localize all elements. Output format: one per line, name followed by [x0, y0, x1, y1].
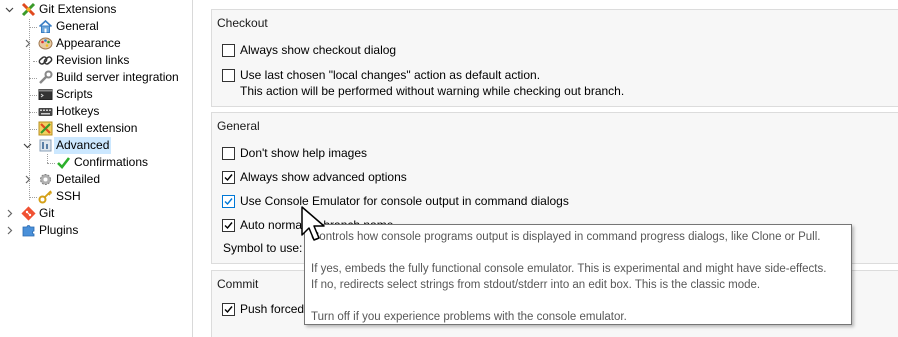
- tooltip-text: If yes, embeds the fully functional cons…: [311, 263, 827, 275]
- tree-item-git-extensions[interactable]: Git Extensions: [20, 1, 116, 18]
- tree-item-detailed[interactable]: Detailed: [37, 171, 100, 188]
- general-group-title: General: [217, 119, 260, 133]
- chevron-down-icon[interactable]: [5, 5, 14, 14]
- always-show-checkout-dialog-option[interactable]: Always show checkout dialog: [222, 42, 396, 58]
- tree-item-label: SSH: [56, 189, 81, 203]
- advanced-settings-icon: [37, 138, 53, 154]
- git-extensions-icon: [20, 2, 36, 18]
- shell-extension-icon: [37, 121, 53, 137]
- console-emulator-tooltip: Controls how console programs output is …: [304, 224, 852, 325]
- chevron-down-icon[interactable]: [23, 141, 32, 150]
- commit-group-title: Commit: [217, 277, 259, 291]
- tree-item-label: Confirmations: [74, 155, 149, 169]
- chain-link-icon: [37, 53, 53, 69]
- checkmark-icon: [224, 306, 233, 314]
- option-label: Use Console Emulator for console output …: [240, 194, 569, 208]
- palette-icon: [37, 36, 53, 52]
- tooltip-text: [311, 245, 845, 261]
- option-label: Always show checkout dialog: [240, 43, 397, 57]
- tree-guide: [29, 129, 37, 130]
- tree-guide: [47, 154, 48, 163]
- tooltip-text: [311, 293, 845, 309]
- git-logo-icon: [20, 206, 36, 222]
- chevron-right-icon[interactable]: [5, 209, 14, 218]
- keyboard-icon: [37, 104, 53, 120]
- tree-item-label: Appearance: [56, 36, 121, 50]
- tree-item-advanced[interactable]: Advanced: [37, 137, 112, 154]
- tree-item-label: Detailed: [56, 172, 101, 186]
- wrench-icon: [37, 70, 53, 86]
- tree-item-shell-extension[interactable]: Shell extension: [37, 120, 137, 137]
- chevron-right-icon[interactable]: [23, 175, 32, 184]
- tree-item-git[interactable]: Git: [20, 205, 54, 222]
- use-console-emulator-checkbox[interactable]: [222, 195, 235, 208]
- gear-icon: [37, 172, 53, 188]
- tooltip-text: If no, redirects select strings from std…: [311, 279, 761, 291]
- house-icon: [37, 19, 53, 35]
- tree-item-label: General: [56, 19, 99, 33]
- option-label: Don't show help images: [240, 146, 368, 160]
- tooltip-text: Turn off if you experience problems with…: [311, 311, 627, 323]
- tooltip-text: Controls how console programs output is …: [311, 231, 821, 243]
- terminal-icon: [37, 87, 53, 103]
- tree-guide: [47, 163, 55, 164]
- option-label: Use last chosen "local changes" action a…: [240, 68, 541, 82]
- push-forced-option[interactable]: Push forced: [222, 301, 304, 317]
- tree-item-scripts[interactable]: Scripts: [37, 86, 93, 103]
- puzzle-icon: [20, 223, 36, 239]
- tree-item-label: Git: [39, 206, 55, 220]
- key-icon: [37, 189, 53, 205]
- push-forced-checkbox[interactable]: [222, 303, 235, 316]
- option-label: Push forced: [240, 302, 305, 316]
- tree-item-label: Shell extension: [56, 121, 138, 135]
- checkout-group-title: Checkout: [217, 16, 268, 30]
- chevron-right-icon[interactable]: [5, 226, 14, 235]
- use-last-chosen-note: This action will be performed without wa…: [240, 84, 625, 98]
- always-show-advanced-checkbox[interactable]: [222, 171, 235, 184]
- tree-item-ssh[interactable]: SSH: [37, 188, 81, 205]
- use-last-chosen-action-option[interactable]: Use last chosen "local changes" action a…: [222, 67, 540, 83]
- checkmark-icon: [224, 198, 233, 206]
- tree-item-label: Plugins: [39, 223, 79, 237]
- tree-item-label: Advanced: [54, 137, 112, 154]
- dont-show-help-images-checkbox[interactable]: [222, 147, 235, 160]
- tree-guide: [29, 27, 37, 28]
- chevron-right-icon[interactable]: [23, 39, 32, 48]
- always-show-checkout-dialog-checkbox[interactable]: [222, 44, 235, 57]
- checkmark-icon: [224, 222, 233, 230]
- checkmark-icon: [224, 174, 233, 182]
- tree-item-label: Revision links: [56, 53, 130, 67]
- dont-show-help-images-option[interactable]: Don't show help images: [222, 145, 367, 161]
- tree-item-confirmations[interactable]: Confirmations: [55, 154, 148, 171]
- tree-item-general[interactable]: General: [37, 18, 99, 35]
- tree-item-label: Hotkeys: [56, 104, 100, 118]
- option-label: Always show advanced options: [240, 170, 407, 184]
- tree-item-revision-links[interactable]: Revision links: [37, 52, 129, 69]
- use-last-chosen-action-checkbox[interactable]: [222, 69, 235, 82]
- tree-item-label: Build server integration: [56, 70, 179, 84]
- tree-item-plugins[interactable]: Plugins: [20, 222, 78, 239]
- checkmark-icon: [55, 155, 71, 171]
- always-show-advanced-option[interactable]: Always show advanced options: [222, 169, 407, 185]
- tree-item-hotkeys[interactable]: Hotkeys: [37, 103, 99, 120]
- tree-item-label: Git Extensions: [39, 2, 117, 16]
- symbol-to-use-label: Symbol to use:: [223, 241, 303, 255]
- tree-item-label: Scripts: [56, 87, 93, 101]
- tree-guide: [29, 78, 37, 79]
- use-console-emulator-option[interactable]: Use Console Emulator for console output …: [222, 193, 569, 209]
- tree-item-build-server-integration[interactable]: Build server integration: [37, 69, 179, 86]
- tree-item-appearance[interactable]: Appearance: [37, 35, 121, 52]
- auto-normalize-branch-name-checkbox[interactable]: [222, 219, 235, 232]
- mouse-pointer-icon: [300, 205, 330, 245]
- tree-guide: [29, 197, 37, 198]
- settings-tree[interactable]: Git Extensions General Appearance Revisi…: [0, 0, 193, 337]
- tree-guide: [29, 112, 37, 113]
- tree-guide: [29, 95, 37, 96]
